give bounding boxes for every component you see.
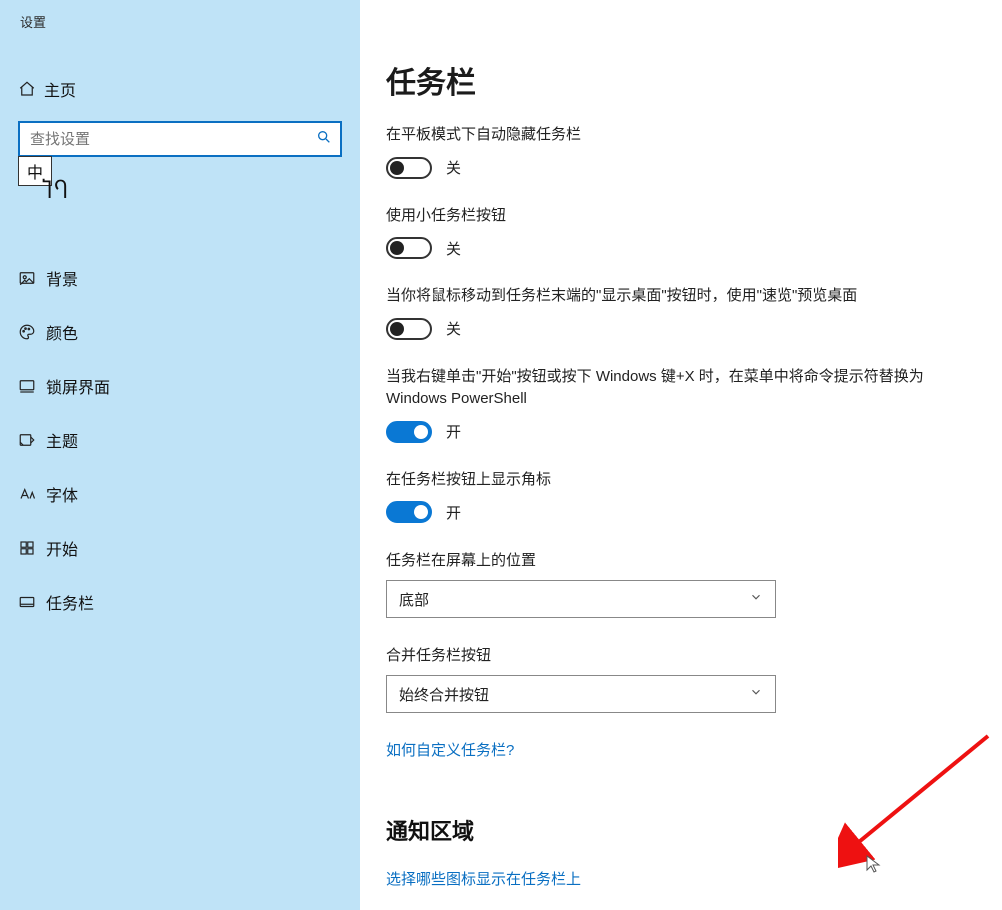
sidebar-item-fonts[interactable]: 字体 bbox=[0, 467, 360, 521]
section-heading-notification-area: 通知区域 bbox=[386, 814, 966, 846]
toggle-small-buttons[interactable] bbox=[386, 237, 432, 259]
sidebar-nav: 背景 颜色 锁屏界面 主题 字体 bbox=[0, 251, 360, 629]
theme-icon bbox=[18, 431, 46, 449]
help-link-customize-taskbar[interactable]: 如何自定义任务栏? bbox=[386, 739, 514, 760]
select-value: 始终合并按钮 bbox=[399, 684, 489, 705]
select-value: 底部 bbox=[399, 589, 429, 610]
toggle-state-label: 关 bbox=[446, 238, 461, 259]
home-icon bbox=[18, 80, 44, 98]
setting-desc: 当你将鼠标移动到任务栏末端的"显示桌面"按钮时，使用"速览"预览桌面 bbox=[386, 285, 946, 308]
sidebar-item-taskbar[interactable]: 任务栏 bbox=[0, 575, 360, 629]
select-label: 合并任务栏按钮 bbox=[386, 644, 966, 665]
setting-desc: 在任务栏按钮上显示角标 bbox=[386, 469, 946, 492]
font-icon bbox=[18, 485, 46, 503]
search-input[interactable] bbox=[18, 121, 342, 157]
palette-icon bbox=[18, 323, 46, 341]
setting-desc: 使用小任务栏按钮 bbox=[386, 205, 946, 228]
setting-small-buttons: 使用小任务栏按钮 关 bbox=[386, 205, 966, 260]
setting-combine-buttons: 合并任务栏按钮 始终合并按钮 bbox=[386, 644, 966, 713]
setting-peek-desktop: 当你将鼠标移动到任务栏末端的"显示桌面"按钮时，使用"速览"预览桌面 关 bbox=[386, 285, 966, 340]
toggle-show-badges[interactable] bbox=[386, 501, 432, 523]
chevron-down-icon bbox=[749, 590, 763, 608]
sidebar-item-label: 任务栏 bbox=[46, 590, 94, 614]
sidebar-item-label: 锁屏界面 bbox=[46, 374, 110, 398]
sidebar-home[interactable]: 主页 bbox=[0, 65, 360, 113]
search-icon bbox=[316, 129, 332, 148]
toggle-state-label: 开 bbox=[446, 421, 461, 442]
select-label: 任务栏在屏幕上的位置 bbox=[386, 549, 966, 570]
setting-show-badges: 在任务栏按钮上显示角标 开 bbox=[386, 469, 966, 524]
setting-powershell-replace: 当我右键单击"开始"按钮或按下 Windows 键+X 时，在菜单中将命令提示符… bbox=[386, 366, 966, 443]
sidebar: 设置 主页 中 ႨႤ 背景 颜色 锁屏界面 bbox=[0, 0, 360, 910]
toggle-peek-desktop[interactable] bbox=[386, 318, 432, 340]
taskbar-icon bbox=[18, 593, 46, 611]
setting-desc: 在平板模式下自动隐藏任务栏 bbox=[386, 124, 946, 147]
page-title: 任务栏 bbox=[386, 58, 966, 102]
toggle-state-label: 关 bbox=[446, 318, 461, 339]
app-title: 设置 bbox=[0, 8, 360, 35]
sidebar-item-background[interactable]: 背景 bbox=[0, 251, 360, 305]
link-select-taskbar-icons[interactable]: 选择哪些图标显示在任务栏上 bbox=[386, 868, 581, 889]
sidebar-item-label: 背景 bbox=[46, 266, 78, 290]
sidebar-item-label: 主题 bbox=[46, 428, 78, 452]
toggle-powershell-replace[interactable] bbox=[386, 421, 432, 443]
setting-taskbar-position: 任务栏在屏幕上的位置 底部 bbox=[386, 549, 966, 618]
sidebar-item-lockscreen[interactable]: 锁屏界面 bbox=[0, 359, 360, 413]
start-icon bbox=[18, 539, 46, 557]
sidebar-item-label: 开始 bbox=[46, 536, 78, 560]
toggle-state-label: 开 bbox=[446, 502, 461, 523]
chevron-down-icon bbox=[749, 685, 763, 703]
lockscreen-icon bbox=[18, 377, 46, 395]
image-icon bbox=[18, 269, 46, 287]
main-content: 任务栏 在平板模式下自动隐藏任务栏 关 使用小任务栏按钮 关 当你将鼠标移动到任… bbox=[360, 0, 1002, 910]
sidebar-item-label: 字体 bbox=[46, 482, 78, 506]
search-wrap bbox=[18, 121, 342, 157]
toggle-state-label: 关 bbox=[446, 157, 461, 178]
setting-desc: 当我右键单击"开始"按钮或按下 Windows 键+X 时，在菜单中将命令提示符… bbox=[386, 366, 946, 411]
sidebar-item-themes[interactable]: 主题 bbox=[0, 413, 360, 467]
sidebar-item-label: 颜色 bbox=[46, 320, 78, 344]
sidebar-item-colors[interactable]: 颜色 bbox=[0, 305, 360, 359]
category-header-truncated: ႨႤ bbox=[42, 178, 70, 204]
sidebar-home-label: 主页 bbox=[44, 77, 76, 101]
toggle-tablet-autohide[interactable] bbox=[386, 157, 432, 179]
setting-tablet-autohide: 在平板模式下自动隐藏任务栏 关 bbox=[386, 124, 966, 179]
select-combine-buttons[interactable]: 始终合并按钮 bbox=[386, 675, 776, 713]
select-taskbar-position[interactable]: 底部 bbox=[386, 580, 776, 618]
sidebar-item-start[interactable]: 开始 bbox=[0, 521, 360, 575]
